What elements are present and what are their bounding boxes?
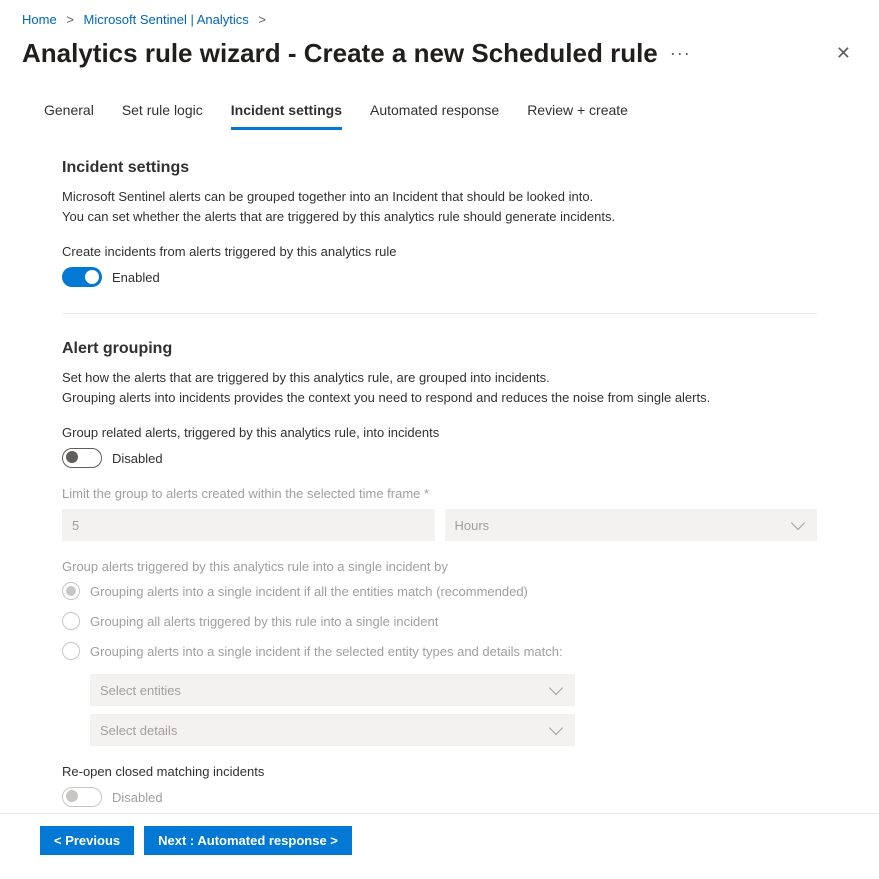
group-related-toggle[interactable] (62, 448, 102, 468)
breadcrumb-sep: > (66, 12, 74, 27)
tab-incident-settings[interactable]: Incident settings (231, 100, 342, 130)
incident-settings-desc: Microsoft Sentinel alerts can be grouped… (62, 187, 817, 226)
breadcrumb-sep: > (258, 12, 266, 27)
close-icon[interactable]: ✕ (830, 37, 857, 70)
desc-line: Set how the alerts that are triggered by… (62, 370, 550, 385)
previous-button[interactable]: < Previous (40, 826, 134, 855)
next-button[interactable]: Next : Automated response > (144, 826, 352, 855)
chevron-down-icon (791, 516, 805, 530)
select-details: Select details (90, 714, 575, 746)
group-related-label: Group related alerts, triggered by this … (62, 425, 817, 440)
desc-line: You can set whether the alerts that are … (62, 209, 615, 224)
create-incidents-toggle[interactable] (62, 267, 102, 287)
more-icon[interactable]: ··· (670, 43, 691, 64)
wizard-footer: < Previous Next : Automated response > (0, 813, 879, 879)
limit-unit-select: Hours (445, 509, 818, 541)
chevron-down-icon (549, 721, 563, 735)
limit-time-label: Limit the group to alerts created within… (62, 486, 817, 501)
reopen-state: Disabled (112, 790, 163, 805)
group-by-radio-group: Grouping alerts into a single incident i… (62, 582, 817, 660)
breadcrumb-home[interactable]: Home (22, 12, 57, 27)
tab-set-rule-logic[interactable]: Set rule logic (122, 100, 203, 130)
radio-entities-match-label: Grouping alerts into a single incident i… (90, 584, 528, 599)
incident-settings-heading: Incident settings (62, 159, 817, 177)
reopen-label: Re-open closed matching incidents (62, 764, 817, 779)
tab-general[interactable]: General (44, 100, 94, 130)
radio-all-alerts-label: Grouping all alerts triggered by this ru… (90, 614, 438, 629)
chevron-down-icon (549, 681, 563, 695)
section-divider (62, 313, 817, 314)
alert-grouping-desc: Set how the alerts that are triggered by… (62, 368, 817, 407)
page-title: Analytics rule wizard - Create a new Sch… (22, 38, 658, 69)
radio-entities-match (62, 582, 80, 600)
alert-grouping-heading: Alert grouping (62, 340, 817, 358)
tab-automated-response[interactable]: Automated response (370, 100, 499, 130)
desc-line: Microsoft Sentinel alerts can be grouped… (62, 189, 593, 204)
limit-unit-value: Hours (455, 518, 490, 533)
tab-review-create[interactable]: Review + create (527, 100, 628, 130)
select-details-placeholder: Select details (100, 723, 177, 738)
create-incidents-label: Create incidents from alerts triggered b… (62, 244, 817, 259)
breadcrumb: Home > Microsoft Sentinel | Analytics > (22, 12, 857, 27)
radio-selected-types-label: Grouping alerts into a single incident i… (90, 644, 563, 659)
breadcrumb-sentinel[interactable]: Microsoft Sentinel | Analytics (84, 12, 249, 27)
reopen-toggle (62, 787, 102, 807)
group-related-state: Disabled (112, 451, 163, 466)
select-entities: Select entities (90, 674, 575, 706)
tabs: General Set rule logic Incident settings… (22, 100, 857, 131)
create-incidents-state: Enabled (112, 270, 160, 285)
radio-all-alerts (62, 612, 80, 630)
radio-selected-types (62, 642, 80, 660)
desc-line: Grouping alerts into incidents provides … (62, 390, 710, 405)
limit-value-input (62, 509, 435, 541)
select-entities-placeholder: Select entities (100, 683, 181, 698)
group-by-label: Group alerts triggered by this analytics… (62, 559, 817, 574)
